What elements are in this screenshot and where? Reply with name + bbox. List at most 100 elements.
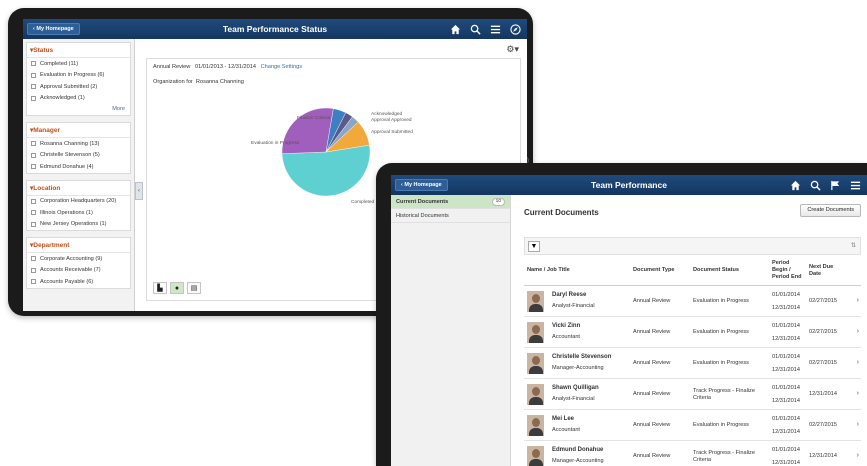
filter-item-label: Rosanna Channing (13): [40, 140, 100, 147]
period-begin: 01/01/2014: [772, 292, 800, 298]
search-icon[interactable]: [810, 178, 821, 191]
status-pie-chart[interactable]: [271, 97, 381, 207]
flag-icon[interactable]: [830, 178, 841, 191]
table-header: Name / Job Title Document Type Document …: [524, 255, 861, 286]
table-row[interactable]: Vicki Zinn Accountant Annual Review Eval…: [524, 317, 861, 348]
column-header-next-due[interactable]: Next Due Date: [809, 255, 839, 286]
team-performance-screen: Team Performance ‹ My Homepage Current D…: [391, 175, 867, 466]
job-title: Manager-Accounting: [552, 365, 604, 371]
chevron-right-icon[interactable]: ›: [857, 359, 859, 366]
chevron-right-icon[interactable]: ›: [857, 328, 859, 335]
nav-current-documents[interactable]: Current Documents 10: [391, 195, 510, 209]
home-icon[interactable]: [790, 178, 801, 191]
filter-item-label: New Jersey Operations (1): [40, 221, 107, 228]
pie-label-finalize-criteria: Finalize Criteria: [297, 116, 331, 121]
section-title: Current Documents: [524, 208, 599, 217]
filter-item-label: Completed (11): [40, 60, 79, 67]
checkbox[interactable]: [31, 267, 36, 273]
filter-item[interactable]: Corporate Accounting (9): [27, 253, 130, 265]
column-header-document-status[interactable]: Document Status: [693, 255, 769, 286]
grid-view-icon[interactable]: ▤: [187, 282, 201, 294]
my-homepage-button[interactable]: ‹ My Homepage: [395, 179, 448, 191]
avatar: [527, 353, 544, 374]
filter-item[interactable]: Christelle Stevenson (5): [27, 150, 130, 162]
checkbox[interactable]: [31, 279, 36, 285]
checkbox[interactable]: [31, 256, 36, 262]
my-homepage-button[interactable]: ‹ My Homepage: [27, 23, 80, 35]
filter-item[interactable]: Completed (11): [27, 58, 130, 70]
column-header-period[interactable]: Period Begin / Period End: [772, 255, 806, 286]
filter-heading-location[interactable]: Location: [27, 181, 130, 196]
chevron-right-icon[interactable]: ›: [857, 421, 859, 428]
table-row[interactable]: Mei Lee Accountant Annual Review Evaluat…: [524, 410, 861, 441]
checkbox[interactable]: [31, 221, 36, 227]
checkbox[interactable]: [31, 95, 36, 101]
filter-group-status: Status Completed (11) Evaluation in Prog…: [26, 42, 131, 116]
bar-chart-icon[interactable]: ▙: [153, 282, 167, 294]
filter-item[interactable]: New Jersey Operations (1): [27, 219, 130, 231]
pie-label-completed: Completed: [351, 200, 375, 205]
filter-heading-department[interactable]: Department: [27, 238, 130, 253]
chart-type-toolbar: ▙ ● ▤: [153, 282, 201, 294]
document-type: Annual Review: [633, 360, 671, 367]
table-row[interactable]: Daryl Reese Analyst-Financial Annual Rev…: [524, 286, 861, 317]
gear-icon[interactable]: ⚙▾: [506, 44, 519, 55]
more-link[interactable]: More: [27, 104, 130, 115]
filter-item[interactable]: Acknowledged (1): [27, 93, 130, 105]
table-row[interactable]: Christelle Stevenson Manager-Accounting …: [524, 348, 861, 379]
change-settings-link[interactable]: Change Settings: [261, 64, 302, 70]
checkbox[interactable]: [31, 141, 36, 147]
checkbox[interactable]: [31, 61, 36, 67]
pie-chart-icon[interactable]: ●: [170, 282, 184, 294]
sort-icon[interactable]: ⇅: [851, 242, 856, 249]
table-row[interactable]: Edmund Donahue Manager-Accounting Annual…: [524, 441, 861, 466]
compass-icon[interactable]: [510, 22, 521, 35]
period-end: 12/31/2014: [772, 397, 800, 404]
employee-name: Christelle Stevenson: [552, 354, 612, 360]
period-begin: 01/01/2014: [772, 323, 800, 329]
org-name: Rosanna Channing: [195, 79, 244, 85]
checkbox[interactable]: [31, 210, 36, 216]
home-icon[interactable]: [450, 22, 461, 35]
checkbox[interactable]: [31, 152, 36, 158]
filter-item[interactable]: Accounts Payable (6): [27, 276, 130, 288]
chevron-right-icon[interactable]: ›: [857, 390, 859, 397]
column-header-document-type[interactable]: Document Type: [633, 255, 691, 286]
checkbox[interactable]: [31, 164, 36, 170]
filter-item-label: Accounts Payable (6): [40, 278, 94, 285]
menu-icon[interactable]: [850, 178, 861, 191]
employee-name: Daryl Reese: [552, 292, 587, 298]
filter-item[interactable]: Rosanna Channing (13): [27, 138, 130, 150]
document-status: Evaluation in Progress: [693, 298, 749, 305]
filter-item[interactable]: Approval Submitted (2): [27, 81, 130, 93]
nav-historical-documents[interactable]: Historical Documents: [391, 209, 510, 223]
document-status: Evaluation in Progress: [693, 360, 749, 367]
table-row[interactable]: Shawn Quilligan Analyst-Financial Annual…: [524, 379, 861, 410]
search-icon[interactable]: [470, 22, 481, 35]
filter-item[interactable]: Accounts Receivable (7): [27, 265, 130, 277]
menu-icon[interactable]: [490, 22, 501, 35]
document-type: Annual Review: [633, 453, 671, 460]
period-begin: 01/01/2014: [772, 447, 800, 453]
filter-item[interactable]: Corporation Headquarters (20): [27, 196, 130, 208]
pie-label-approval-approved: Approval Approved: [371, 118, 412, 123]
period-begin: 01/01/2014: [772, 385, 800, 391]
pie-label-approval-submitted: Approval Submitted: [371, 130, 413, 135]
avatar: [527, 384, 544, 405]
filter-item[interactable]: Evaluation in Progress (6): [27, 70, 130, 82]
checkbox[interactable]: [31, 72, 36, 78]
filter-icon[interactable]: ▼: [528, 241, 540, 252]
filter-heading-manager[interactable]: Manager: [27, 123, 130, 138]
filter-item[interactable]: Edmund Donahue (4): [27, 161, 130, 173]
create-documents-button[interactable]: Create Documents: [800, 204, 861, 217]
next-due-date: 12/31/2014: [809, 453, 837, 460]
filter-sidebar: Status Completed (11) Evaluation in Prog…: [23, 39, 135, 311]
next-due-date: 02/27/2015: [809, 329, 837, 336]
checkbox[interactable]: [31, 198, 36, 204]
filter-heading-status[interactable]: Status: [27, 43, 130, 58]
filter-item[interactable]: Illinois Operations (1): [27, 207, 130, 219]
chevron-right-icon[interactable]: ›: [857, 297, 859, 304]
checkbox[interactable]: [31, 84, 36, 90]
column-header-name[interactable]: Name / Job Title: [527, 255, 627, 286]
chevron-right-icon[interactable]: ›: [857, 452, 859, 459]
